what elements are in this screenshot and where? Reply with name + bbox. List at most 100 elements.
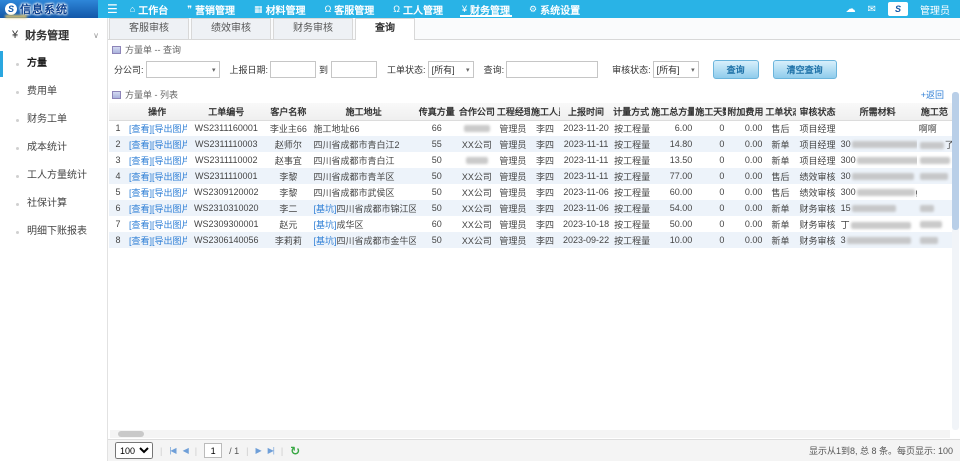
keyword-input[interactable] xyxy=(506,61,598,78)
column-header-施工地址[interactable]: 施工地址 xyxy=(311,103,415,120)
date-to-label: 到 xyxy=(319,63,328,76)
column-header-工程经理[interactable]: 工程经理 xyxy=(496,103,530,120)
column-header-施工范[interactable]: 施工范 xyxy=(917,103,952,120)
cell-text: 30 xyxy=(841,171,851,181)
table-row[interactable]: 7[查看][导出图片]WS2309300001赵元[基坑]成华区60XX公司管理… xyxy=(109,216,952,232)
nav-item-财务管理[interactable]: ¥财务管理 xyxy=(462,0,510,18)
view-link[interactable]: [查看] xyxy=(129,172,152,182)
table-row[interactable]: 6[查看][导出图片]WS2310310020李二[基坑]四川省成都市锦江区50… xyxy=(109,200,952,216)
export-image-link[interactable]: [导出图片] xyxy=(152,172,187,182)
date-from-input[interactable] xyxy=(270,61,316,78)
nav-item-营销管理[interactable]: ❞营销管理 xyxy=(187,0,235,18)
cloud-icon[interactable]: ☁ xyxy=(846,4,856,15)
prev-page-button[interactable]: ◀ xyxy=(183,446,188,455)
page-number-input[interactable] xyxy=(204,443,222,458)
first-page-button[interactable]: |◀ xyxy=(169,446,175,455)
column-header-客户名称[interactable]: 客户名称 xyxy=(265,103,311,120)
column-header-操作[interactable]: 操作 xyxy=(127,103,187,120)
date-to-input[interactable] xyxy=(331,61,377,78)
table-row[interactable]: 5[查看][导出图片]WS2309120002李黎四川省成都市武侯区50XX公司… xyxy=(109,184,952,200)
export-image-link[interactable]: [导出图片] xyxy=(152,156,187,166)
view-link[interactable]: [查看] xyxy=(129,156,152,166)
cell-fax-volume: 50 xyxy=(416,184,458,200)
nav-item-工作台[interactable]: ⌂工作台 xyxy=(130,0,168,18)
horizontal-scrollbar[interactable] xyxy=(110,430,950,438)
horizontal-scrollbar-thumb[interactable] xyxy=(118,431,144,437)
pager-summary: 显示从1到8, 总 8 条。每页显示: 100 xyxy=(809,444,953,457)
nav-item-工人管理[interactable]: Ω工人管理 xyxy=(393,0,443,18)
export-image-link[interactable]: [导出图片] xyxy=(152,204,187,214)
view-link[interactable]: [查看] xyxy=(129,236,152,246)
column-header-所需材料[interactable]: 所需材料 xyxy=(839,103,917,120)
vertical-scrollbar-thumb[interactable] xyxy=(952,92,959,230)
export-image-link[interactable]: [导出图片] xyxy=(152,236,187,246)
column-header-传真方量[interactable]: 传真方量 xyxy=(416,103,458,120)
export-image-link[interactable]: [导出图片] xyxy=(152,220,187,230)
table-row[interactable]: 4[查看][导出图片]WS2311110001李黎四川省成都市青羊区50XX公司… xyxy=(109,168,952,184)
sidebar-item-财务工单[interactable]: 财务工单 xyxy=(0,106,107,134)
tab-绩效审核[interactable]: 绩效审核 xyxy=(191,18,271,39)
cell-fax-volume: 50 xyxy=(416,152,458,168)
cell-partner xyxy=(458,152,496,168)
next-page-button[interactable]: ▶ xyxy=(255,446,260,455)
column-header-工单状态[interactable]: 工单状态 xyxy=(764,103,796,120)
redacted-text xyxy=(852,173,914,180)
branch-select[interactable]: ▾ xyxy=(146,61,220,78)
export-image-link[interactable]: [导出图片] xyxy=(152,124,187,134)
cell-worker: 李四 xyxy=(530,216,560,232)
export-image-link[interactable]: [导出图片] xyxy=(152,140,187,150)
column-header-附加费用[interactable]: 附加费用 xyxy=(726,103,764,120)
nav-item-客服管理[interactable]: Ω客服管理 xyxy=(325,0,375,18)
branch-label: 分公司: xyxy=(114,63,144,76)
sidebar-item-社保计算[interactable]: 社保计算 xyxy=(0,190,107,218)
column-header-上报时间[interactable]: 上报时间 xyxy=(560,103,612,120)
cell-fax-volume: 66 xyxy=(416,120,458,136)
tab-客服审核[interactable]: 客服审核 xyxy=(109,18,189,39)
view-link[interactable]: [查看] xyxy=(129,188,152,198)
table-row[interactable]: 3[查看][导出图片]WS2311110002赵事宜四川省成都市青白江50管理员… xyxy=(109,152,952,168)
admin-user-label[interactable]: 管理员 xyxy=(920,2,950,17)
column-header-合作公司[interactable]: 合作公司 xyxy=(458,103,496,120)
cell-scope xyxy=(917,216,952,232)
messages-icon[interactable]: ✉ xyxy=(868,4,876,15)
column-header-施工总方量[interactable]: 施工总方量 xyxy=(650,103,694,120)
hamburger-icon[interactable]: ☰ xyxy=(107,2,118,16)
page-size-select[interactable]: 100 xyxy=(115,442,153,459)
nav-item-材料管理[interactable]: ▦材料管理 xyxy=(254,0,306,18)
sidebar-item-成本统计[interactable]: 成本统计 xyxy=(0,134,107,162)
export-image-link[interactable]: [导出图片] xyxy=(152,188,187,198)
column-header-审核状态[interactable]: 审核状态 xyxy=(796,103,838,120)
order-status-select[interactable]: [所有] ▾ xyxy=(428,61,474,78)
audit-status-select[interactable]: [所有] ▾ xyxy=(653,61,699,78)
cell-partner xyxy=(458,120,496,136)
column-header-施工天数[interactable]: 施工天数 xyxy=(694,103,726,120)
sidebar-item-工人方量统计[interactable]: 工人方量统计 xyxy=(0,162,107,190)
column-header-施工人员[interactable]: 施工人员 xyxy=(530,103,560,120)
tab-查询[interactable]: 查询 xyxy=(355,18,415,40)
column-header-计量方式[interactable]: 计量方式 xyxy=(612,103,650,120)
table-row[interactable]: 8[查看][导出图片]WS2306140056李莉莉[基坑]四川省成都市金牛区5… xyxy=(109,232,952,248)
column-header-num[interactable] xyxy=(109,103,127,120)
last-page-button[interactable]: ▶| xyxy=(268,446,274,455)
sidebar-item-明细下账报表[interactable]: 明细下账报表 xyxy=(0,218,107,246)
back-link[interactable]: +返回 xyxy=(921,88,944,101)
search-button[interactable]: 查询 xyxy=(713,60,759,79)
table-row[interactable]: 1[查看][导出图片]WS2311160001李业主66施工地址6666管理员李… xyxy=(109,120,952,136)
vertical-scrollbar[interactable] xyxy=(952,92,959,430)
table-row[interactable]: 2[查看][导出图片]WS2311110003赵师尔四川省成都市青白江255XX… xyxy=(109,136,952,152)
sidebar-item-方量[interactable]: 方量 xyxy=(0,50,107,78)
sidebar-group-finance[interactable]: ¥ 财务管理 ∨ xyxy=(0,18,107,50)
tab-财务审核[interactable]: 财务审核 xyxy=(273,18,353,39)
refresh-icon[interactable]: ↻ xyxy=(290,444,300,458)
nav-item-系统设置[interactable]: ⚙系统设置 xyxy=(529,0,580,18)
cell-worker: 李四 xyxy=(530,184,560,200)
view-link[interactable]: [查看] xyxy=(129,220,152,230)
cell-customer: 李黎 xyxy=(265,184,311,200)
clear-search-button[interactable]: 清空查询 xyxy=(773,60,837,79)
sidebar-item-费用单[interactable]: 费用单 xyxy=(0,78,107,106)
column-header-工单编号[interactable]: 工单编号 xyxy=(187,103,265,120)
view-link[interactable]: [查看] xyxy=(129,140,152,150)
view-link[interactable]: [查看] xyxy=(129,204,152,214)
view-link[interactable]: [查看] xyxy=(129,124,152,134)
cell-row-number: 4 xyxy=(109,168,127,184)
